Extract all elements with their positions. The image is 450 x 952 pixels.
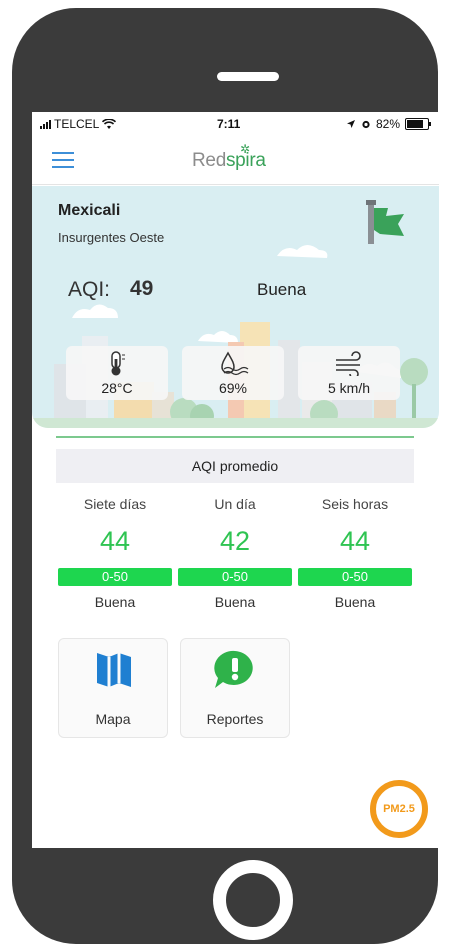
battery-icon	[405, 118, 431, 130]
hamburger-icon[interactable]	[52, 152, 74, 168]
humidity-icon	[221, 351, 249, 376]
quality-label: Buena	[334, 594, 376, 610]
map-button[interactable]: Mapa	[58, 638, 168, 738]
average-value: 44	[339, 526, 371, 556]
app-header: ✲ Redspira	[32, 136, 439, 185]
home-button[interactable]	[213, 860, 293, 940]
quality-label: Buena	[94, 594, 136, 610]
aqi-label: AQI:	[68, 278, 111, 301]
city-name: Mexicali	[58, 202, 121, 219]
status-right: 82%	[346, 117, 431, 131]
wind-icon	[336, 351, 361, 376]
thermometer-icon	[111, 351, 125, 376]
air-quality-card: Mexicali Insurgentes Oeste AQI: 49 Buena…	[32, 186, 439, 428]
reports-button[interactable]: Reportes	[180, 638, 290, 738]
range-badge: 0-50	[298, 568, 412, 586]
humidity-card: 69%	[182, 346, 284, 400]
carrier-name: TELCEL	[54, 117, 100, 131]
flag-icon[interactable]	[366, 200, 406, 244]
period-label: Seis horas	[321, 496, 389, 512]
battery-percent: 82%	[375, 117, 400, 131]
period-label: Un día	[214, 496, 256, 512]
phone-speaker	[217, 72, 279, 81]
status-bar: TELCEL 7:11 82%	[32, 112, 439, 136]
app-logo: ✲ Redspira	[192, 142, 266, 172]
aqi-value: 49	[130, 277, 154, 300]
reports-label: Reportes	[206, 711, 264, 727]
quality-label: Buena	[214, 594, 256, 610]
signal-icon	[40, 119, 51, 129]
location-arrow-icon	[346, 120, 355, 128]
temperature-card: 28°C	[66, 346, 168, 400]
average-one-day: Un día 42 0-50 Buena	[178, 496, 292, 610]
wind-value: 5 km/h	[327, 380, 370, 396]
leaf-icon: ✲	[240, 142, 250, 156]
average-value: 42	[219, 526, 251, 556]
alarm-icon	[362, 120, 370, 129]
wifi-icon	[102, 118, 117, 129]
average-six-hours: Seis horas 44 0-50 Buena	[298, 496, 412, 610]
average-value: 44	[99, 526, 131, 556]
humidity-value: 69%	[218, 380, 248, 396]
app-screen: TELCEL 7:11 82% ✲ Redspira Mexicali Insu…	[32, 112, 439, 848]
station-name: Insurgentes Oeste	[58, 230, 165, 245]
section-divider	[56, 436, 414, 438]
wind-card: 5 km/h	[298, 346, 400, 400]
exclamation-bubble-icon	[214, 650, 253, 688]
range-badge: 0-50	[178, 568, 292, 586]
logo-prefix: Red	[192, 150, 226, 171]
average-seven-days: Siete días 44 0-50 Buena	[58, 496, 172, 610]
temperature-value: 28°C	[101, 380, 133, 396]
average-title: AQI promedio	[56, 449, 414, 483]
map-label: Mapa	[95, 711, 131, 727]
map-icon	[97, 653, 131, 687]
carrier-info: TELCEL	[40, 117, 117, 131]
pm25-button[interactable]: PM2.5	[370, 780, 428, 838]
status-time: 7:11	[217, 117, 241, 131]
aqi-status: Buena	[257, 280, 307, 299]
range-badge: 0-50	[58, 568, 172, 586]
period-label: Siete días	[83, 496, 147, 512]
